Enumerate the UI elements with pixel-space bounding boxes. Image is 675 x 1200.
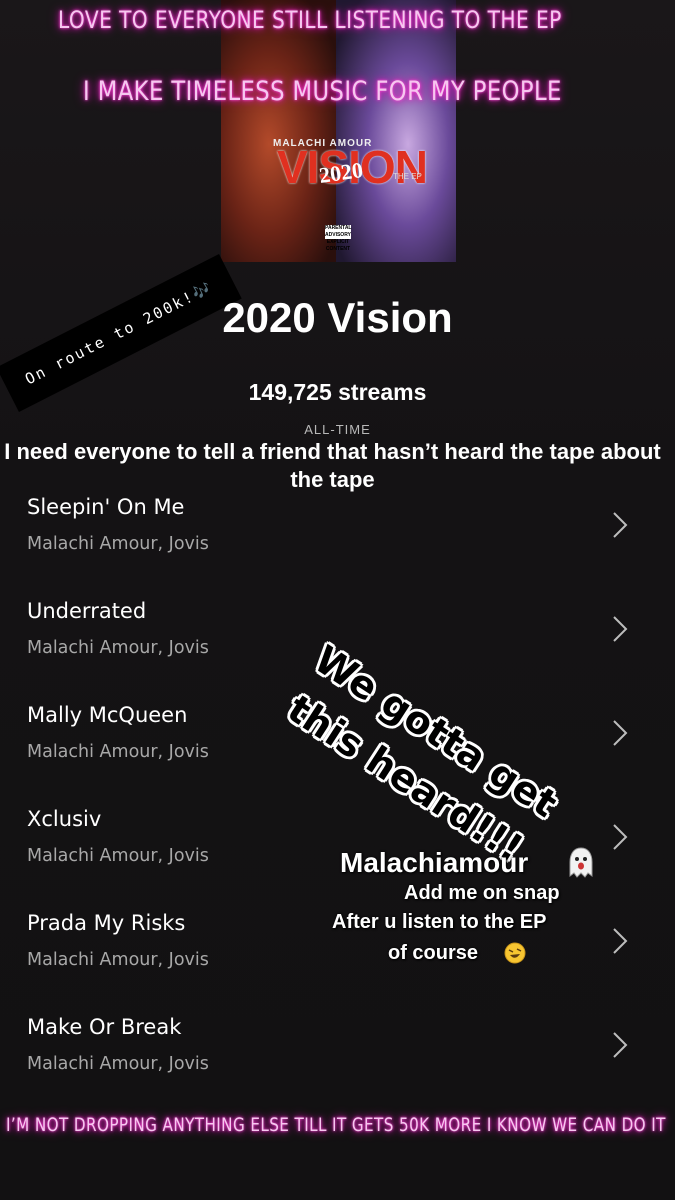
track-artists: Malachi Amour, Jovis	[27, 846, 209, 866]
track-artists: Malachi Amour, Jovis	[27, 742, 209, 762]
caption-timeless-music: I MAKE TIMELESS MUSIC FOR MY PEOPLE	[83, 76, 562, 107]
track-title: Prada My Risks	[27, 911, 186, 935]
chevron-right-icon[interactable]	[612, 719, 628, 747]
track-title: Mally McQueen	[27, 703, 188, 727]
chevron-right-icon[interactable]	[612, 1031, 628, 1059]
track-artists: Malachi Amour, Jovis	[27, 950, 209, 970]
rolling-laughing-emoji-icon	[504, 942, 526, 964]
track-artists: Malachi Amour, Jovis	[27, 1054, 209, 1074]
stream-count: 149,725 streams	[248, 379, 427, 405]
snap-caption-line: Add me on snap	[404, 882, 560, 904]
caption-love-everyone: LOVE TO EVERYONE STILL LISTENING TO THE …	[58, 6, 562, 34]
snap-caption-line: of course	[388, 942, 479, 964]
track-title: Sleepin' On Me	[27, 495, 185, 519]
track-title: Make Or Break	[27, 1015, 182, 1039]
chevron-right-icon[interactable]	[612, 823, 628, 851]
caption-not-dropping: I’M NOT DROPPING ANYTHING ELSE TILL IT G…	[6, 1114, 666, 1136]
chevron-right-icon[interactable]	[612, 511, 628, 539]
album-cover-art: MALACHI AMOUR VISION 2020 THE EP PARENTA…	[221, 0, 456, 262]
snap-caption-line: After u listen to the EP	[332, 911, 547, 933]
chevron-right-icon[interactable]	[612, 927, 628, 955]
cover-face-right	[336, 0, 456, 262]
album-title: 2020 Vision	[222, 294, 453, 341]
cover-face-left	[221, 0, 341, 262]
track-title: Xclusiv	[27, 807, 102, 831]
track-artists: Malachi Amour, Jovis	[27, 638, 209, 658]
snap-handle: Malachiamour	[340, 847, 529, 878]
parental-advisory-label: PARENTAL ADVISORY EXPLICIT CONTENT	[325, 225, 352, 252]
caption-tell-a-friend: I need everyone to tell a friend that ha…	[4, 439, 661, 492]
track-row[interactable]: Sleepin' On Me Malachi Amour, Jovis	[0, 495, 675, 599]
ghost-icon	[569, 847, 593, 878]
stream-period-label: ALL-TIME	[304, 422, 371, 437]
chevron-right-icon[interactable]	[612, 615, 628, 643]
track-artists: Malachi Amour, Jovis	[27, 534, 209, 554]
track-row[interactable]: Make Or Break Malachi Amour, Jovis	[0, 1015, 675, 1119]
track-title: Underrated	[27, 599, 147, 623]
cover-subtitle-text: THE EP	[393, 172, 422, 181]
